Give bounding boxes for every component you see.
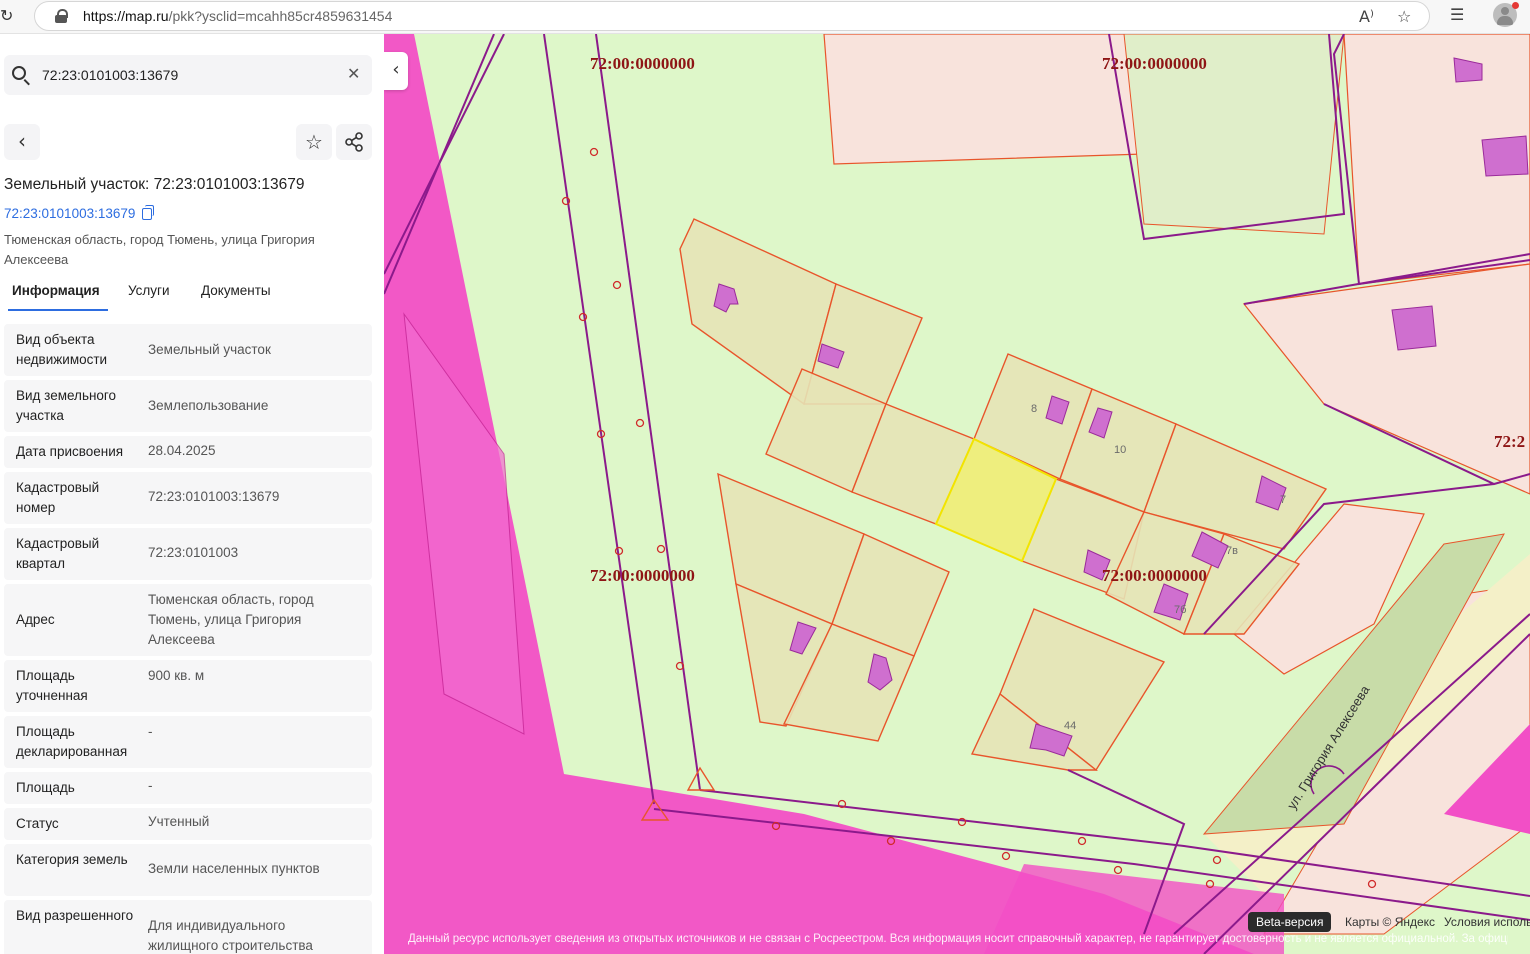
object-title: Земельный участок: 72:23:0101003:13679 xyxy=(4,176,305,193)
table-row: Вид объекта недвижимости Земельный участ… xyxy=(4,324,372,376)
map-disclaimer: Данный ресурс использует сведения из отк… xyxy=(408,933,1508,945)
read-aloud-icon[interactable]: A⁾ xyxy=(1359,7,1374,27)
back-button[interactable]: ‹ xyxy=(4,124,40,160)
tab-documents[interactable]: Документы xyxy=(201,282,271,312)
profile-avatar-icon[interactable] xyxy=(1493,2,1519,27)
property-value: 900 кв. м xyxy=(148,668,205,683)
table-row: Категория земель Земли населенных пункто… xyxy=(4,844,372,896)
table-row: Площадь - xyxy=(4,772,372,804)
property-key: Адрес xyxy=(16,612,55,627)
quarter-label: 72:00:0000000 xyxy=(590,54,695,73)
property-value: Тюменская область, город Тюмень, улица Г… xyxy=(148,592,314,647)
quarter-label: 72:00:0000000 xyxy=(1102,54,1207,73)
property-value: Землепользование xyxy=(148,398,269,413)
property-value: 72:23:0101003 xyxy=(148,545,239,560)
table-row: Вид земельного участка Землепользование xyxy=(4,380,372,432)
bookmark-star-button[interactable]: ☆ xyxy=(296,124,332,160)
property-value: Для индивидуального жилищного строительс… xyxy=(148,918,313,953)
table-row: Кадастровый номер 72:23:0101003:13679 xyxy=(4,472,372,524)
plot-number: 8 xyxy=(1031,403,1038,415)
map-canvas[interactable] xyxy=(384,34,1530,954)
reload-icon[interactable]: ↻ xyxy=(0,6,18,26)
table-row: Площадь уточненная 900 кв. м xyxy=(4,660,372,712)
property-value: Учтенный xyxy=(148,814,210,829)
property-value: Земельный участок xyxy=(148,342,271,357)
property-key: Вид разрешенного xyxy=(16,908,134,923)
property-value: Земли населенных пунктов xyxy=(148,861,320,876)
plot-number: 7б xyxy=(1174,604,1187,616)
favorite-star-icon[interactable]: ☆ xyxy=(1397,7,1411,27)
collapse-sidebar-button[interactable]: ‹ xyxy=(384,52,408,90)
info-tabs: Информация Услуги Документы xyxy=(4,282,372,312)
property-key: Категория земель xyxy=(16,852,128,867)
property-key: Дата присвоения xyxy=(16,444,124,459)
property-key: Площадь декларированная xyxy=(16,724,128,759)
property-value: - xyxy=(148,724,153,739)
search-icon[interactable] xyxy=(12,66,26,80)
quarter-label: 72:00:0000000 xyxy=(590,566,695,585)
share-button[interactable] xyxy=(336,124,372,160)
quarter-label: 72:2 xyxy=(1494,432,1526,451)
table-row: Кадастровый квартал 72:23:0101003 xyxy=(4,528,372,580)
url-host: https://map.ru xyxy=(83,8,169,24)
property-key: Статус xyxy=(16,816,59,831)
table-row: Адрес Тюменская область, город Тюмень, у… xyxy=(4,584,372,656)
info-sidebar: ✕ ‹ ☆ Земельный участок: 72:23:0101003:1… xyxy=(0,34,384,954)
cadastral-map[interactable]: ‹ 72:00:0000000 72:00:0000000 72:00:0000… xyxy=(384,34,1530,954)
property-key: Кадастровый номер xyxy=(16,480,100,515)
object-address: Тюменская область, город Тюмень, улица Г… xyxy=(4,232,315,267)
copy-icon[interactable] xyxy=(142,205,154,220)
urban-zone xyxy=(823,34,1145,165)
property-key: Кадастровый квартал xyxy=(16,536,100,571)
quarter-label: 72:00:0000000 xyxy=(1102,566,1207,585)
property-key: Вид земельного участка xyxy=(16,388,117,423)
cadastral-number-link[interactable]: 72:23:0101003:13679 xyxy=(4,206,135,221)
favorites-list-icon[interactable]: ☰ xyxy=(1450,5,1464,25)
table-row: Дата присвоения 28.04.2025 xyxy=(4,436,372,468)
property-key: Площадь xyxy=(16,780,75,795)
table-row: Вид разрешенного Для индивидуального жил… xyxy=(4,900,372,954)
table-row: Статус Учтенный xyxy=(4,808,372,840)
url-text[interactable]: https://map.ru/pkk?ysclid=mcahh85cr48596… xyxy=(83,8,392,24)
plot-number: 7в xyxy=(1226,545,1238,557)
plot-number: 44 xyxy=(1064,720,1077,732)
address-bar[interactable]: https://map.ru/pkk?ysclid=mcahh85cr48596… xyxy=(34,1,1430,31)
table-row: Площадь декларированная - xyxy=(4,716,372,768)
property-value: - xyxy=(148,778,153,793)
property-value: 28.04.2025 xyxy=(148,443,216,458)
map-copyright[interactable]: Карты © Яндекс xyxy=(1345,915,1435,929)
search-box: ✕ xyxy=(4,55,372,95)
plot-number: 10 xyxy=(1114,444,1127,456)
terms-link[interactable]: Условия исполь xyxy=(1444,915,1530,929)
property-key: Вид объекта недвижимости xyxy=(16,332,108,367)
clear-search-icon[interactable]: ✕ xyxy=(347,65,360,83)
tab-services[interactable]: Услуги xyxy=(128,282,170,312)
search-input[interactable] xyxy=(42,63,332,87)
lock-icon[interactable] xyxy=(55,9,68,23)
share-icon xyxy=(345,132,363,152)
beta-badge: Beta-версия xyxy=(1248,912,1332,932)
property-value: 72:23:0101003:13679 xyxy=(148,489,280,504)
urban-zone xyxy=(1242,263,1530,495)
plot-number: 7 xyxy=(1280,494,1287,506)
url-path: /pkk?ysclid=mcahh85cr4859631454 xyxy=(168,8,393,24)
tab-information[interactable]: Информация xyxy=(8,282,108,312)
property-key: Площадь уточненная xyxy=(16,668,88,703)
browser-toolbar: ↻ https://map.ru/pkk?ysclid=mcahh85cr485… xyxy=(0,0,1530,34)
